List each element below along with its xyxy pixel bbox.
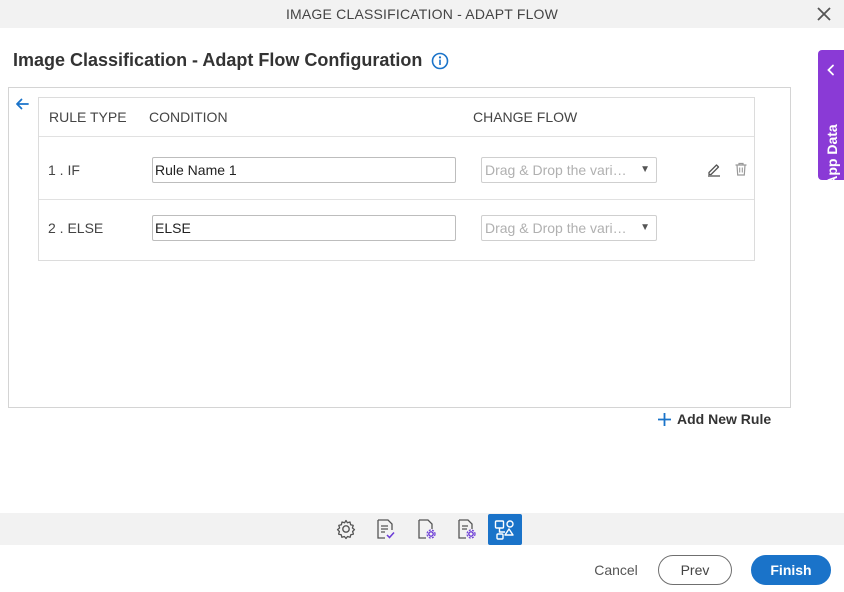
title-bar: IMAGE CLASSIFICATION - ADAPT FLOW bbox=[0, 0, 844, 28]
step-toolbar bbox=[0, 513, 844, 545]
change-flow-placeholder-1: Drag & Drop the variable bbox=[485, 162, 633, 178]
finish-button[interactable]: Finish bbox=[751, 555, 831, 585]
app-data-tab[interactable]: App Data bbox=[818, 50, 844, 186]
page-title: Image Classification - Adapt Flow Config… bbox=[13, 50, 423, 70]
header-rule-type: RULE TYPE bbox=[49, 109, 127, 125]
caret-down-icon: ▼ bbox=[640, 164, 650, 175]
doc-settings-icon[interactable] bbox=[413, 516, 439, 542]
change-flow-placeholder-2: Drag & Drop the variable bbox=[485, 220, 633, 236]
form-check-icon[interactable] bbox=[372, 516, 398, 542]
prev-button[interactable]: Prev bbox=[658, 555, 732, 585]
divider bbox=[39, 136, 754, 137]
condition-input-1[interactable] bbox=[152, 157, 456, 183]
edit-icon[interactable] bbox=[706, 161, 722, 177]
rule-type-1: 1 . IF bbox=[48, 162, 80, 178]
gear-icon[interactable] bbox=[333, 516, 359, 542]
app-data-label: App Data bbox=[824, 124, 840, 186]
condition-input-2[interactable] bbox=[152, 215, 456, 241]
header-condition: CONDITION bbox=[149, 109, 228, 125]
add-new-rule-button[interactable]: Add New Rule bbox=[657, 411, 771, 427]
close-icon[interactable] bbox=[814, 4, 834, 24]
page-title-wrap: Image Classification - Adapt Flow Config… bbox=[13, 50, 449, 71]
plus-icon bbox=[658, 412, 671, 426]
change-flow-dropdown-2[interactable]: Drag & Drop the variable ▼ bbox=[481, 215, 657, 241]
caret-down-icon: ▼ bbox=[640, 222, 650, 233]
rules-table: RULE TYPE CONDITION CHANGE FLOW 1 . IF D… bbox=[38, 97, 755, 261]
back-arrow-icon[interactable] bbox=[14, 96, 30, 112]
change-flow-dropdown-1[interactable]: Drag & Drop the variable ▼ bbox=[481, 157, 657, 183]
add-new-rule-label: Add New Rule bbox=[677, 411, 772, 427]
header-change-flow: CHANGE FLOW bbox=[473, 109, 578, 125]
rule-type-2: 2 . ELSE bbox=[48, 220, 104, 236]
info-icon[interactable] bbox=[431, 52, 449, 70]
doc-gear-icon[interactable] bbox=[453, 516, 479, 542]
cancel-button[interactable]: Cancel bbox=[586, 555, 646, 585]
flow-rules-icon[interactable] bbox=[488, 514, 522, 545]
window-title: IMAGE CLASSIFICATION - ADAPT FLOW bbox=[285, 6, 559, 22]
chevron-left-icon bbox=[826, 63, 836, 81]
dialog: IMAGE CLASSIFICATION - ADAPT FLOW Image … bbox=[0, 0, 844, 592]
rules-panel: RULE TYPE CONDITION CHANGE FLOW 1 . IF D… bbox=[8, 87, 791, 408]
divider bbox=[39, 199, 754, 200]
delete-icon[interactable] bbox=[733, 161, 749, 177]
